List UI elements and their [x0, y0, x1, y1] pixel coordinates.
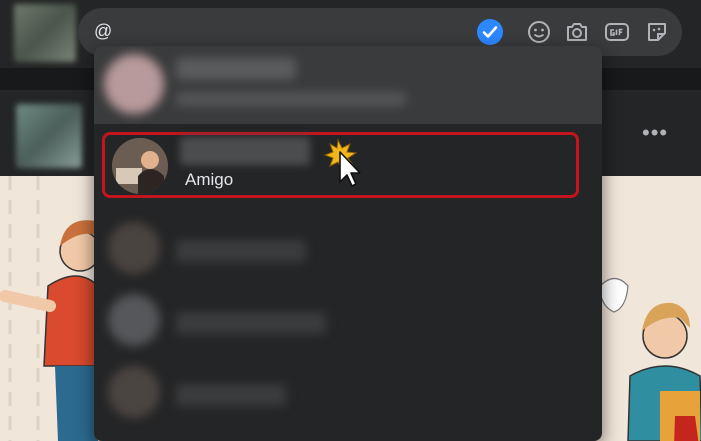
- mention-name: [176, 58, 296, 80]
- page-avatar: [16, 104, 82, 168]
- check-icon: [477, 19, 503, 45]
- mention-name: [176, 312, 326, 334]
- mention-name: [176, 240, 306, 262]
- mention-relation-label: Amigo: [185, 170, 234, 189]
- mention-avatar: [112, 138, 168, 194]
- mention-avatar: [104, 54, 164, 114]
- mouse-pointer-icon: [320, 138, 364, 190]
- mention-avatar: [108, 366, 160, 418]
- mention-suggestions-dropdown: Amigo: [94, 46, 602, 441]
- post-menu-button[interactable]: •••: [642, 120, 668, 146]
- mention-suggestion[interactable]: [94, 46, 602, 124]
- mention-suggestion[interactable]: [94, 212, 602, 284]
- sticker-icon[interactable]: [644, 20, 670, 44]
- gif-icon[interactable]: [604, 20, 630, 44]
- comment-input-text: @: [94, 21, 113, 41]
- mention-name: [176, 384, 286, 406]
- mention-name: [180, 137, 310, 165]
- mention-suggestion[interactable]: [94, 356, 602, 428]
- user-avatar: [14, 4, 76, 62]
- mention-avatar: [108, 294, 160, 346]
- emoji-icon[interactable]: [526, 20, 552, 44]
- mention-suggestion[interactable]: [94, 284, 602, 356]
- mention-avatar: [108, 222, 160, 274]
- camera-icon[interactable]: [564, 20, 590, 44]
- mention-subtitle: [176, 92, 406, 106]
